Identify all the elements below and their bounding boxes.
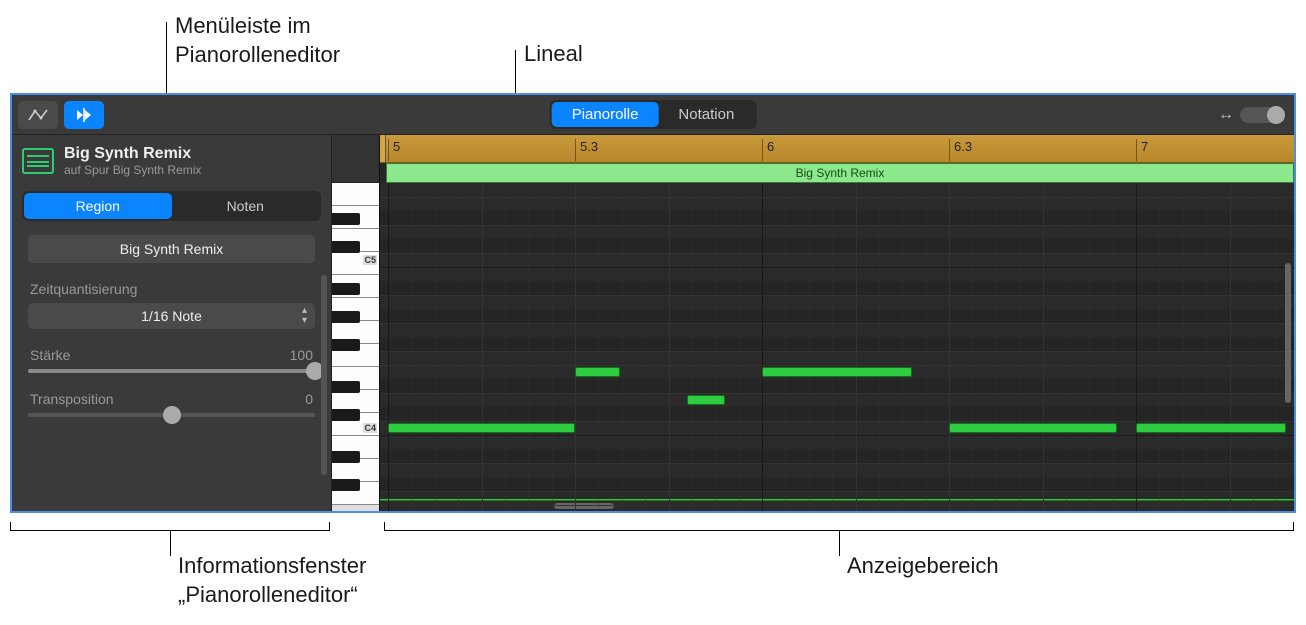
- ruler-mark: 5.3: [575, 139, 598, 161]
- inspector-segmented-control: Region Noten: [22, 191, 321, 221]
- inspector-panel: Big Synth Remix auf Spur Big Synth Remix…: [12, 135, 332, 511]
- callout-display: Anzeigebereich: [847, 552, 999, 581]
- zoom-horizontal-icon: ↔: [1218, 106, 1232, 124]
- midi-note[interactable]: [949, 423, 1117, 433]
- vertical-scrollbar[interactable]: [1285, 263, 1291, 403]
- region-header: Big Synth Remix auf Spur Big Synth Remix: [12, 135, 331, 185]
- editor-menubar: Pianorolle Notation ↔: [12, 95, 1294, 135]
- callout-inspector: Informationsfenster „Pianorolleneditor“: [178, 552, 366, 609]
- region-subtitle: auf Spur Big Synth Remix: [64, 163, 201, 177]
- seg-region[interactable]: Region: [24, 193, 172, 219]
- callout-ruler: Lineal: [524, 40, 583, 69]
- piano-roll-editor: Pianorolle Notation ↔ Big Synth Remix au…: [10, 93, 1296, 513]
- chevron-updown-icon: ▴▾: [302, 306, 307, 326]
- ruler-mark: 7: [1136, 139, 1148, 161]
- piano-keyboard[interactable]: C5 C4: [332, 183, 380, 511]
- callout-menubar: Menüleiste im Pianorolleneditor: [175, 12, 340, 69]
- transpose-label: Transposition: [30, 391, 114, 407]
- seg-notes[interactable]: Noten: [172, 193, 320, 219]
- ruler-mark: 6.3: [949, 139, 972, 161]
- time-ruler[interactable]: 5 5.3 6 6.3 7: [380, 135, 1294, 163]
- tab-notation[interactable]: Notation: [658, 102, 754, 127]
- quantize-value: 1/16 Note: [141, 308, 202, 324]
- note-grid[interactable]: [380, 183, 1294, 511]
- ruler-mark: 6: [762, 139, 774, 161]
- zoom-slider[interactable]: [1240, 107, 1284, 123]
- midi-note[interactable]: [762, 367, 912, 377]
- horizontal-zoom-control[interactable]: ↔: [1218, 106, 1284, 124]
- midi-note[interactable]: [687, 395, 724, 405]
- tab-pianoroll[interactable]: Pianorolle: [552, 102, 659, 127]
- strength-label: Stärke: [30, 347, 70, 363]
- callout-line: [170, 530, 171, 556]
- midi-note[interactable]: [388, 423, 575, 433]
- transpose-slider[interactable]: [28, 413, 315, 417]
- ruler-mark: 5: [388, 139, 400, 161]
- region-name-field[interactable]: Big Synth Remix: [28, 235, 315, 263]
- callout-line: [839, 530, 840, 556]
- display-area: 5 5.3 6 6.3 7 Big Synth Remix C5 C4: [332, 135, 1294, 511]
- view-mode-tabs: Pianorolle Notation: [550, 100, 757, 129]
- region-strip[interactable]: Big Synth Remix: [386, 163, 1294, 183]
- key-label: C4: [363, 423, 377, 433]
- midi-region-icon: [22, 148, 54, 174]
- quantize-select[interactable]: 1/16 Note ▴▾: [28, 303, 315, 329]
- midi-note[interactable]: [1136, 423, 1286, 433]
- region-title: Big Synth Remix: [64, 145, 201, 163]
- key-label: C5: [363, 255, 377, 265]
- strength-slider[interactable]: [28, 369, 315, 373]
- catch-playhead-button[interactable]: [64, 101, 104, 129]
- transpose-value: 0: [305, 391, 313, 407]
- inspector-scrollbar[interactable]: [321, 275, 327, 475]
- strength-value: 100: [290, 347, 313, 363]
- automation-tool-button[interactable]: [18, 101, 58, 129]
- quantize-label: Zeitquantisierung: [30, 281, 137, 297]
- midi-note[interactable]: [575, 367, 620, 377]
